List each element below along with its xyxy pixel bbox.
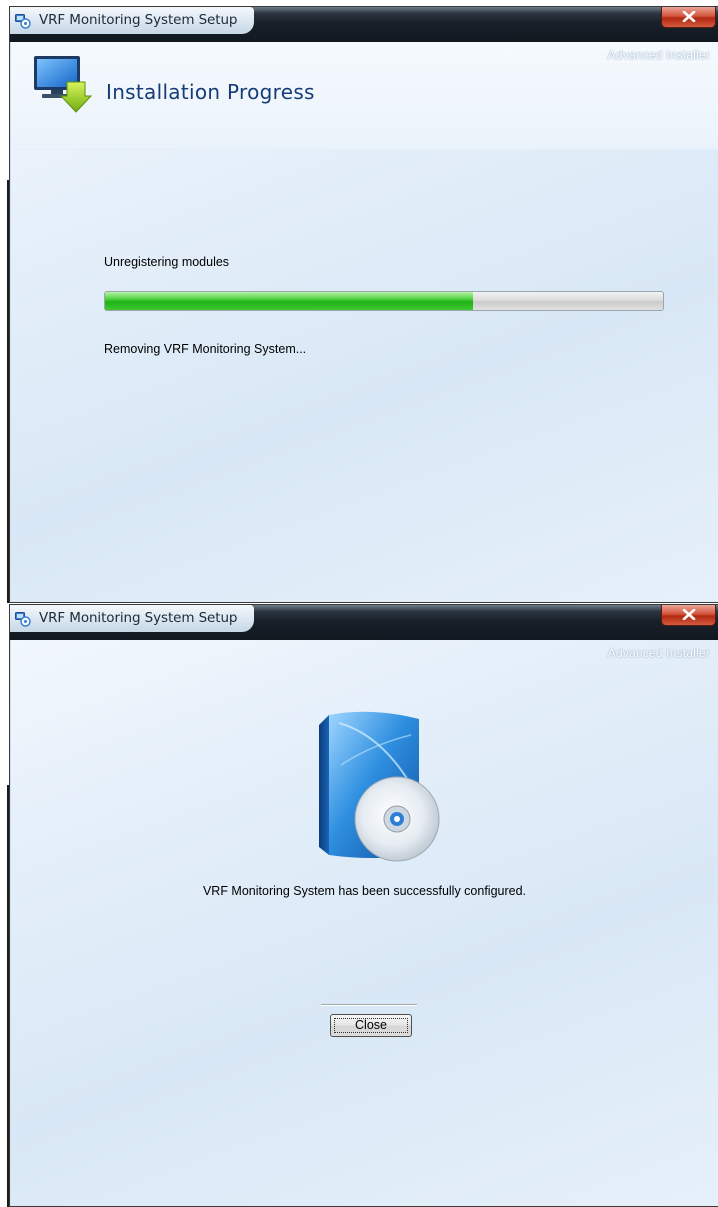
window-client-area: Advanced Installer VRF Monitoring System…	[11, 640, 718, 1206]
window-title: VRF Monitoring System Setup	[39, 12, 238, 28]
window-client-area: Installation Progress Advanced Installer…	[11, 42, 718, 602]
advanced-installer-watermark: Advanced Installer	[607, 48, 710, 62]
progress-bar-fill	[105, 292, 474, 310]
window-title: VRF Monitoring System Setup	[39, 610, 238, 626]
success-message: VRF Monitoring System has been successfu…	[202, 884, 527, 898]
installation-progress-window: VRF Monitoring System Setup Installation…	[9, 6, 718, 603]
close-x-icon	[682, 609, 696, 620]
window-close-button[interactable]	[661, 605, 716, 626]
separator-line	[321, 1004, 417, 1006]
close-x-icon	[682, 11, 696, 22]
progress-bar	[104, 291, 664, 311]
close-button-label: Close	[355, 1018, 387, 1032]
window-close-button[interactable]	[661, 7, 716, 28]
close-button[interactable]: Close	[330, 1014, 412, 1037]
page-title: Installation Progress	[106, 80, 315, 104]
status-label: Removing VRF Monitoring System...	[104, 342, 307, 356]
title-bar[interactable]: VRF Monitoring System Setup	[10, 605, 718, 640]
setup-app-icon	[15, 612, 31, 627]
advanced-installer-watermark: Advanced Installer	[607, 646, 710, 660]
setup-app-icon	[15, 14, 31, 29]
software-box-cd-icon	[319, 711, 440, 862]
title-bar[interactable]: VRF Monitoring System Setup	[10, 7, 718, 42]
setup-complete-window: VRF Monitoring System Setup Advanced Ins…	[9, 604, 718, 1207]
header-banner: Installation Progress Advanced Installer	[11, 42, 718, 150]
action-label: Unregistering modules	[104, 255, 230, 269]
monitor-download-icon	[34, 56, 93, 113]
